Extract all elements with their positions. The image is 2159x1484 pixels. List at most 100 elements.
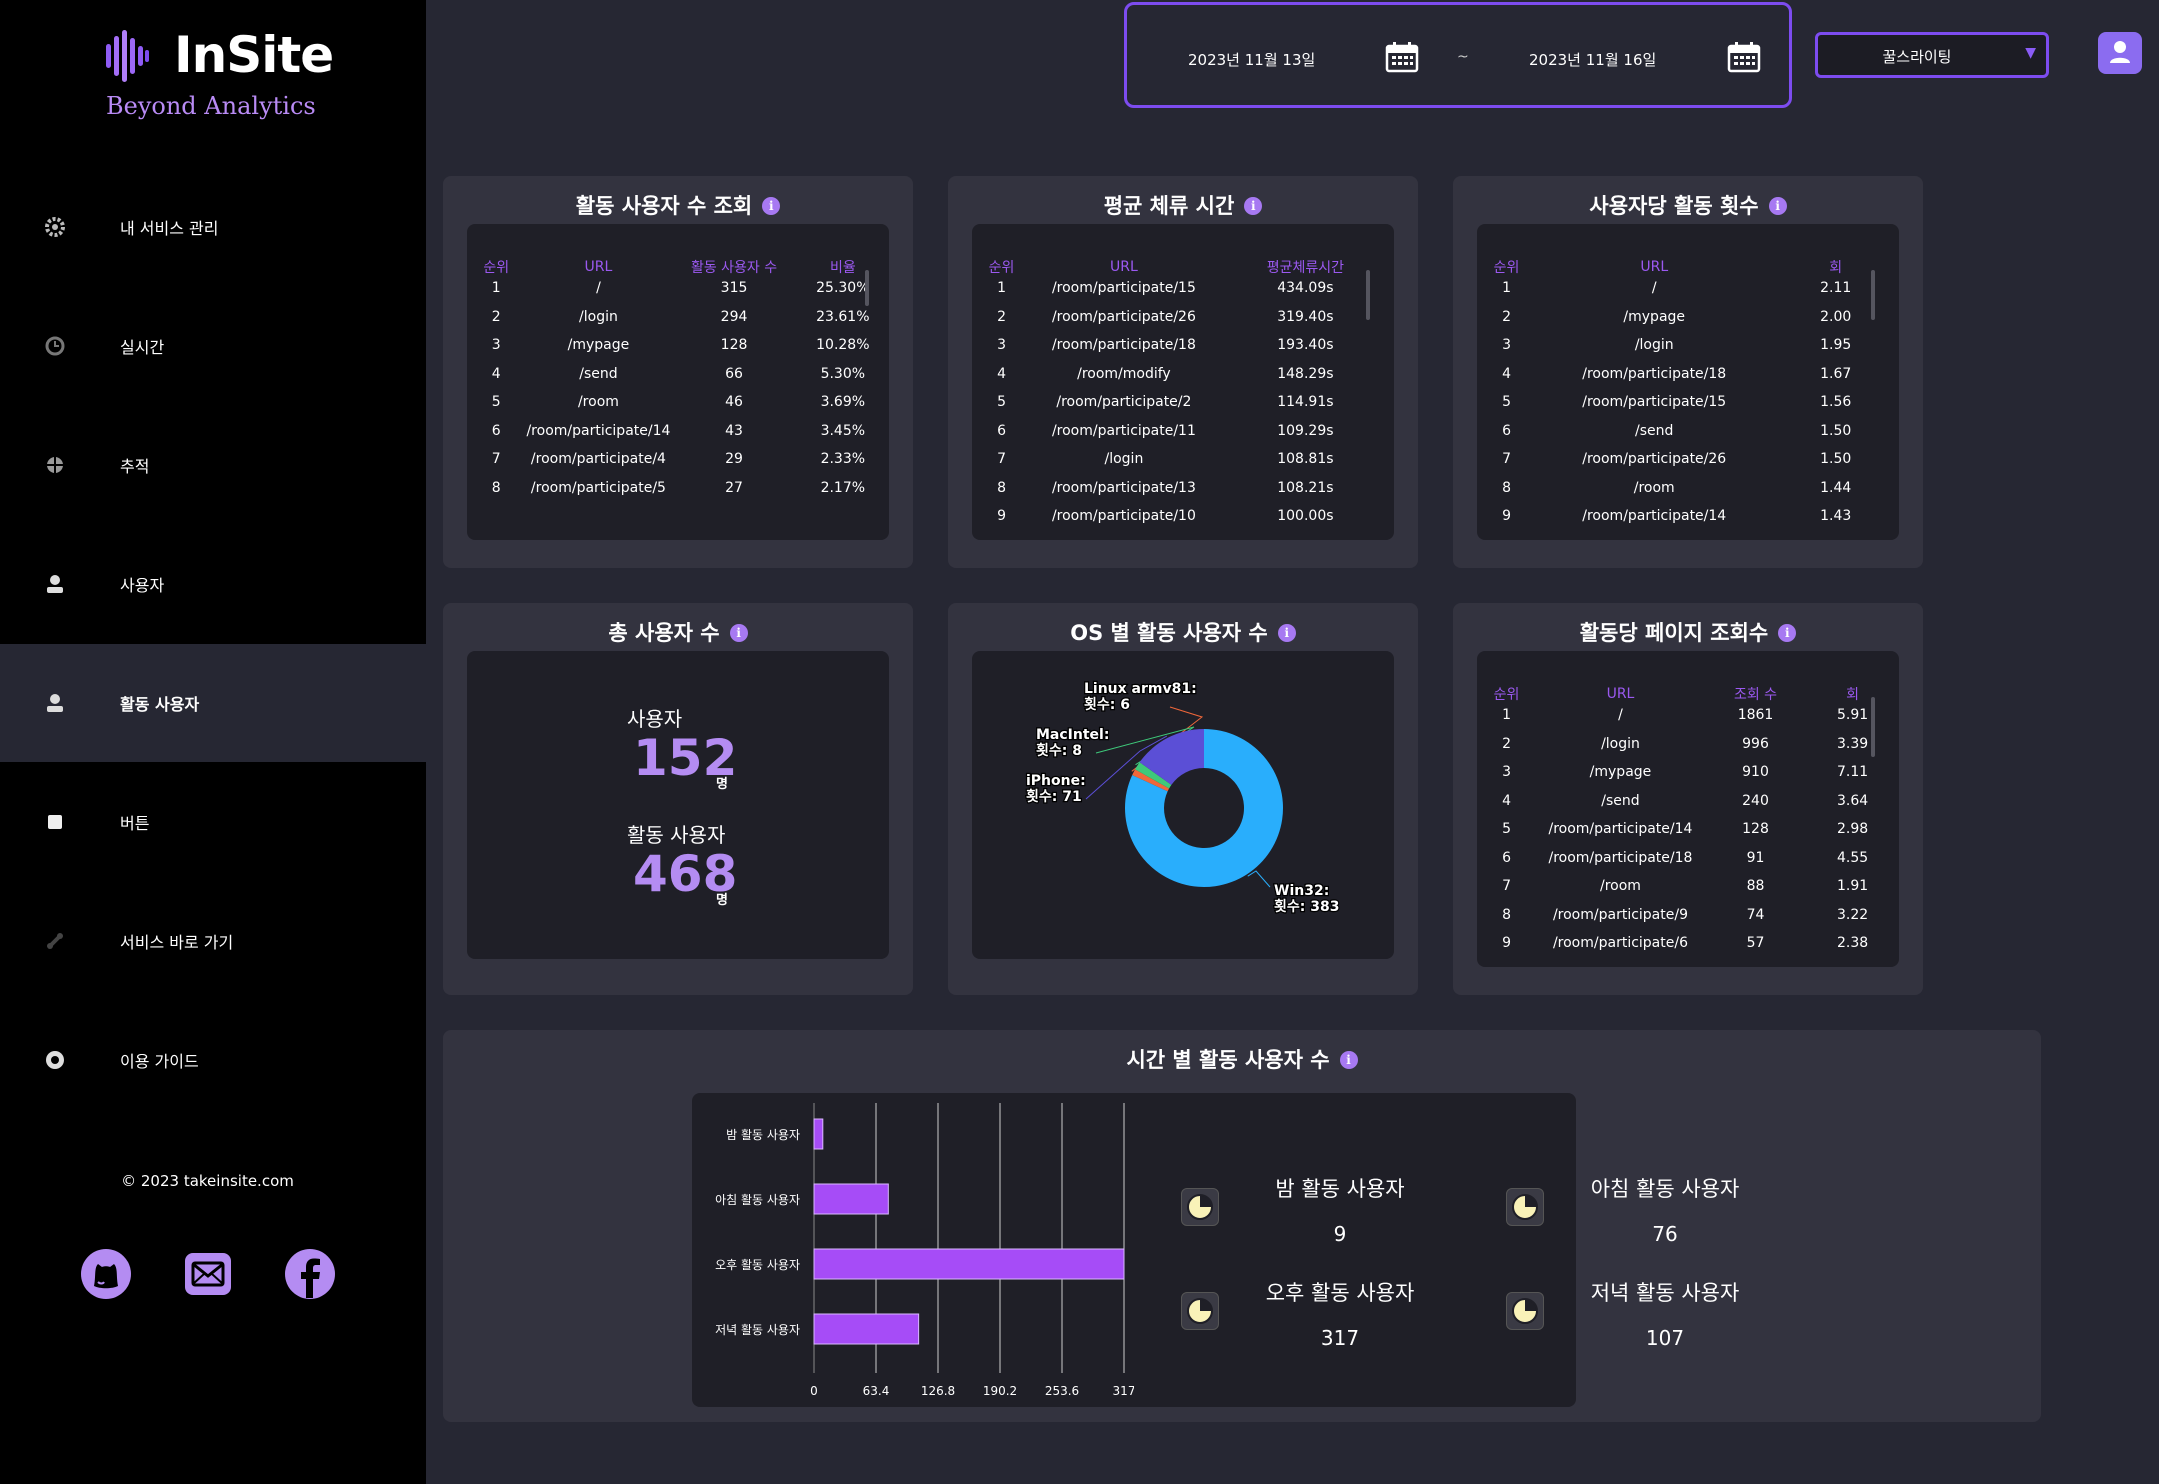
info-icon[interactable]: i [1778,624,1797,642]
table-row[interactable]: 3/mypage 128 10.28% [467,337,889,366]
table-cell: /room [577,394,619,410]
end-date[interactable]: 2023년 11월 16일 [1529,49,1656,70]
table-row[interactable]: 6/send 1.50 [1477,423,1899,452]
table-row[interactable]: 3/mypage 910 7.11 [1477,764,1899,793]
start-date[interactable]: 2023년 11월 13일 [1188,49,1315,70]
x-tick-label: 0 [810,1384,818,1398]
scrollbar[interactable] [865,270,869,306]
table-row[interactable]: 8/room/participate/9 74 3.22 [1477,907,1899,936]
sidebar-item-active-users[interactable]: 활동 사용자 [0,644,426,762]
table-cell: 294 [720,308,748,325]
table-row[interactable]: 8/room 1.44 [1477,480,1899,509]
table-cell: /room/participate/14 [1548,821,1693,837]
info-icon[interactable]: i [1339,1051,1358,1069]
pie-chart-icon [1181,1292,1219,1330]
table-row[interactable]: 5/room 46 3.69% [467,394,889,423]
sidebar-item-guide[interactable]: 이용 가이드 [0,1001,426,1119]
info-icon[interactable]: i [1244,197,1263,215]
table-cell: 3.22 [1836,906,1869,923]
total-users-card: 총 사용자 수i 사용자 152 명 활동 사용자 468 명 [443,603,913,995]
info-icon[interactable]: i [1277,624,1296,642]
card-title: 사용자당 활동 횟수 i [1453,190,1923,220]
table-cell: 5.30% [820,365,866,382]
table-row[interactable]: 2/login 294 23.61% [467,309,889,338]
table-row[interactable]: 6/room/participate/11 109.29s [972,423,1394,452]
sidebar-item-realtime[interactable]: 실시간 [0,287,426,405]
scrollbar[interactable] [1871,270,1875,320]
table-row[interactable]: 4/send 240 3.64 [1477,793,1899,822]
mail-icon[interactable] [182,1248,234,1300]
github-icon[interactable] [80,1248,132,1300]
table-row[interactable]: 1 / 1861 5.91 [1477,707,1899,736]
bar[interactable] [813,1313,920,1345]
table-row[interactable]: 7/login 108.81s [972,451,1394,480]
table-row[interactable]: 2/mypage 2.00 [1477,309,1899,338]
summary-label: 저녁 활동 사용자 [1590,1281,1740,1305]
info-icon[interactable]: i [1768,197,1787,215]
sidebar-item-label: 이용 가이드 [120,1052,199,1071]
sidebar-item-service-shortcut[interactable]: 서비스 바로 가기 [0,882,426,1000]
table-cell: 1.43 [1820,508,1852,524]
table-cell: 2 [997,308,1006,325]
table-row[interactable]: 3/room/participate/18 193.40s [972,337,1394,366]
table-row[interactable]: 4/room/participate/18 1.67 [1477,366,1899,395]
bar[interactable] [813,1118,824,1150]
table-row[interactable]: 4/room/modify 148.29s [972,366,1394,395]
user-icon [2110,41,2130,63]
clock-icon [44,335,66,357]
facebook-icon[interactable] [284,1248,336,1300]
table-cell: /room/participate/13 [1051,479,1196,496]
sidebar-item-service-manage[interactable]: 내 서비스 관리 [0,168,426,286]
info-icon[interactable]: i [762,197,781,215]
table-row[interactable]: 8/room/participate/5 27 2.17% [467,480,889,509]
slice-label: iPhone: [1026,773,1086,789]
table-cell: 2.98 [1836,821,1869,837]
sidebar-item-label: 서비스 바로 가기 [120,933,234,952]
table-cell: 1 [1502,707,1511,723]
bar[interactable] [813,1183,889,1215]
active-users-table-panel: 순위 URL 활동 사용자 수 비율 1/315 25.30% 2/login 294… [467,224,889,540]
sidebar-item-tracking[interactable]: 추적 [0,406,426,524]
activity-per-user-card: 사용자당 활동 횟수 i 순위 URL 회 1 / 2.11 2/mypage 2.00 3… [1453,176,1923,568]
info-icon[interactable]: i [729,624,748,642]
sidebar-item-buttons[interactable]: 버튼 [0,763,426,881]
sidebar-item-users[interactable]: 사용자 [0,525,426,643]
table-row[interactable]: 9/room/participate/14 1.43 [1477,508,1899,537]
table-cell: 4 [1502,792,1511,809]
os-chart-panel: Linux armv81: 횟수: 6 MacIntel: 횟수: 8 iPhone: 횟… [972,651,1394,959]
service-select[interactable]: 꿀스라이팅 ▼ [1815,32,2049,78]
table-cell: 109.29s [1277,422,1334,439]
table-row[interactable]: 6/room/participate/18 91 4.55 [1477,850,1899,879]
table-row[interactable]: 1/room/participate/15 434.09s [972,280,1394,309]
table-row[interactable]: 5/room/participate/2 114.91s [972,394,1394,423]
table-row[interactable]: 1 / 315 25.30% [467,280,889,309]
table-row[interactable]: 5/room/participate/14 128 2.98 [1477,821,1899,850]
table-row[interactable]: 7/room 88 1.91 [1477,878,1899,907]
table-cell: /mypage [1623,308,1686,325]
scrollbar[interactable] [1366,270,1370,320]
table-cell: 1.91 [1836,878,1869,894]
calendar-icon[interactable] [1385,41,1419,73]
calendar-icon[interactable] [1727,41,1761,73]
slice-label: 횟수: 383 [1274,898,1339,915]
table-row[interactable]: 4/send 66 5.30% [467,366,889,395]
table-row[interactable]: 2/login 996 3.39 [1477,736,1899,765]
table-row[interactable]: 2/room/participate/26 319.40s [972,309,1394,338]
table-row[interactable]: 9/room/participate/10 100.00s [972,508,1394,537]
scrollbar[interactable] [1871,697,1875,757]
table-header: 비율 [829,260,856,276]
table-cell: 8 [1502,479,1511,496]
avatar[interactable] [2098,32,2142,74]
table-cell: /room [1633,479,1675,496]
table-row[interactable]: 1 / 2.11 [1477,280,1899,309]
table-row[interactable]: 7/room/participate/4 29 2.33% [467,451,889,480]
table-row[interactable]: 5/room/participate/15 1.56 [1477,394,1899,423]
table-row[interactable]: 9/room/participate/6 57 2.38 [1477,935,1899,964]
table-row[interactable]: 3/login 1.95 [1477,337,1899,366]
date-range-picker: 2023년 11월 13일 ~ 2023년 11월 16일 [1124,2,1792,108]
table-row[interactable]: 7/room/participate/26 1.50 [1477,451,1899,480]
bar[interactable] [813,1248,1125,1280]
table-row[interactable]: 8/room/participate/13 108.21s [972,480,1394,509]
table-cell: 6 [1502,422,1511,439]
table-row[interactable]: 6/room/participate/14 43 3.45% [467,423,889,452]
